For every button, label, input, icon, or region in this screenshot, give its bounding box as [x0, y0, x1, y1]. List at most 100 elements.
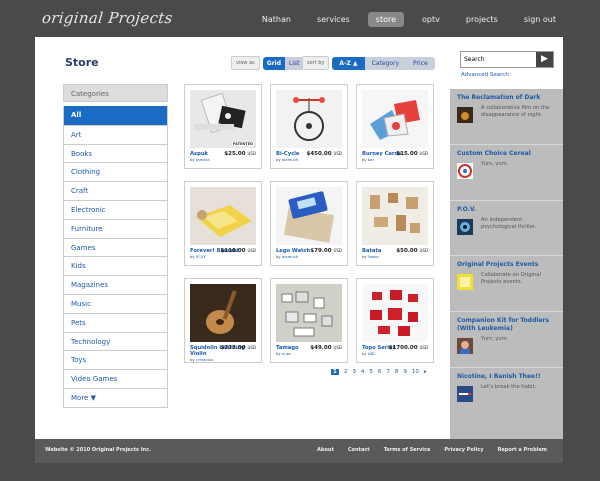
page-link[interactable]: 7 [386, 369, 390, 375]
feed-item-thumbnail[interactable] [457, 218, 473, 235]
product-image[interactable]: PATENTED [190, 90, 256, 148]
product-image[interactable] [362, 284, 428, 342]
search-input[interactable] [461, 52, 536, 67]
category-item[interactable]: Furniture [64, 218, 167, 238]
nav-user[interactable]: Nathan [254, 12, 299, 27]
feed-item-title[interactable]: The Reclamation of Dark [457, 94, 557, 102]
page-link[interactable]: 10 [412, 369, 419, 375]
product-card[interactable]: Batata by Yowie $50.00 USD [356, 181, 434, 266]
product-image[interactable] [276, 187, 342, 245]
next-page-icon[interactable]: ▸ [424, 369, 427, 375]
category-item[interactable]: Magazines [64, 275, 167, 294]
product-image[interactable] [190, 284, 256, 342]
category-item[interactable]: Pets [64, 312, 167, 332]
author-link[interactable]: tamera [196, 157, 210, 162]
category-item[interactable]: Technology [64, 331, 167, 351]
product-card[interactable]: Bi-Cycle by alamuch $450.00 USD [270, 84, 348, 169]
feed-item-title[interactable]: P.O.V. [457, 206, 557, 214]
category-item[interactable]: Craft [64, 181, 167, 200]
category-item[interactable]: Video Games [64, 369, 167, 388]
sort-category-button[interactable]: Category [364, 56, 407, 70]
feed-item-thumbnail[interactable] [457, 162, 473, 179]
author-link[interactable]: Yowie [368, 254, 379, 259]
product-card[interactable]: Tamago by nuez $49.00 USD [270, 278, 348, 363]
copyright: Website © 2010 Original Projects Inc. [45, 447, 152, 453]
product-card[interactable]: Burney Cards by bar $15.00 USD [356, 84, 434, 169]
product-card[interactable]: Topo Series by ABC $1700.00 USD [356, 278, 434, 363]
footer-report-link[interactable]: Report a Problem [498, 447, 547, 453]
feed-item-title[interactable]: Original Projects Events [457, 261, 557, 269]
category-item[interactable]: Games [64, 237, 167, 257]
page-link[interactable]: 8 [395, 369, 399, 375]
page-link[interactable]: 4 [361, 369, 365, 375]
site-logo[interactable]: original Projects [41, 9, 174, 27]
view-list-button[interactable]: List [285, 56, 304, 70]
feed-item[interactable]: Custom Choice Cereal Yum, yum. [450, 145, 563, 201]
feed-item[interactable]: Companion Kit for Toddlers (With Leukemi… [450, 312, 563, 369]
sort-price-button[interactable]: Price [406, 56, 435, 70]
nav-sign-out[interactable]: sign out [516, 12, 564, 27]
footer-privacy-link[interactable]: Privacy Policy [444, 447, 483, 453]
feed-item-thumbnail[interactable] [457, 274, 473, 291]
page-link[interactable]: 6 [378, 369, 382, 375]
product-author: by tamera [190, 157, 210, 162]
categories-more-button[interactable]: More ▼ [64, 387, 167, 407]
footer-terms-link[interactable]: Terms of Service [384, 447, 431, 453]
sort-az-button[interactable]: A-Z ▲ [332, 56, 365, 70]
feed-item[interactable]: Original Projects Events Collaborate on … [450, 256, 563, 313]
feed-item-thumbnail[interactable] [457, 338, 473, 355]
footer-about-link[interactable]: About [317, 447, 334, 453]
categories-list: All Art Books Clothing Craft Electronic … [63, 106, 168, 408]
category-item[interactable]: Kids [64, 256, 167, 275]
product-image[interactable] [190, 187, 256, 245]
feed-item-thumbnail[interactable] [457, 386, 473, 403]
feed-item-thumbnail[interactable] [457, 107, 473, 123]
page-link[interactable]: 5 [369, 369, 373, 375]
author-link[interactable]: nuez [282, 351, 291, 356]
category-item[interactable]: Art [64, 124, 167, 144]
product-card[interactable]: PATENTED Aspuk by tamera $25.00 USD [184, 84, 262, 169]
page-link[interactable]: 3 [352, 369, 356, 375]
view-grid-button[interactable]: Grid [262, 56, 286, 70]
advanced-search-link[interactable]: Advanced Search [461, 72, 509, 78]
nav-projects[interactable]: projects [458, 12, 506, 27]
feed-item[interactable]: P.O.V. An independent psychological thri… [450, 201, 563, 257]
feed-item-title[interactable]: Nicotine, I Banish Thee!! [457, 373, 557, 381]
page-link[interactable]: 2 [344, 369, 348, 375]
product-image[interactable] [362, 90, 428, 148]
sidebar: ▶ Advanced Search The Reclamation of Dar… [450, 37, 563, 439]
author-link[interactable]: alamuch [282, 157, 298, 162]
feed-item-desc: Let's break the habit. [481, 384, 537, 391]
page-link[interactable]: 9 [403, 369, 407, 375]
category-item[interactable]: All [64, 106, 167, 125]
feed-item[interactable]: Nicotine, I Banish Thee!! Let's break th… [450, 368, 563, 424]
feed-item-title[interactable]: Custom Choice Cereal [457, 150, 557, 158]
category-item[interactable]: Books [64, 143, 167, 163]
author-link[interactable]: ABC [368, 351, 376, 356]
category-item[interactable]: Electronic [64, 199, 167, 219]
top-nav: Nathan services store optv projects sign… [244, 12, 564, 27]
category-item[interactable]: Toys [64, 350, 167, 369]
nav-store[interactable]: store [367, 12, 405, 27]
feed-item[interactable]: The Reclamation of Dark A collaborative … [450, 89, 563, 145]
product-image[interactable] [362, 187, 428, 245]
page-container: Store view as Grid List sort by A-Z ▲ Ca… [35, 37, 563, 439]
search-go-button[interactable]: ▶ [536, 52, 553, 67]
product-image[interactable] [276, 284, 342, 342]
product-image[interactable] [276, 90, 342, 148]
product-card[interactable]: Forever! Blanket by ECXY $110.00 USD [184, 181, 262, 266]
feed-item-title[interactable]: Companion Kit for Toddlers (With Leukemi… [457, 317, 557, 333]
product-card[interactable]: Lego Watch by alamuch $79.00 USD [270, 181, 348, 266]
category-item[interactable]: Music [64, 293, 167, 313]
nav-optv[interactable]: optv [414, 12, 448, 27]
page-link[interactable]: 1 [331, 369, 339, 375]
product-card[interactable]: Squidolin Learning Violin by crmavlus $7… [184, 278, 262, 363]
author-link[interactable]: bar [368, 157, 374, 162]
author-link[interactable]: crmavlus [196, 357, 213, 362]
author-link[interactable]: alamuch [282, 254, 298, 259]
footer-contact-link[interactable]: Contact [348, 447, 370, 453]
nav-services[interactable]: services [309, 12, 358, 27]
product-author: by nuez [276, 351, 292, 356]
category-item[interactable]: Clothing [64, 162, 167, 181]
author-link[interactable]: ECXY [196, 254, 206, 259]
